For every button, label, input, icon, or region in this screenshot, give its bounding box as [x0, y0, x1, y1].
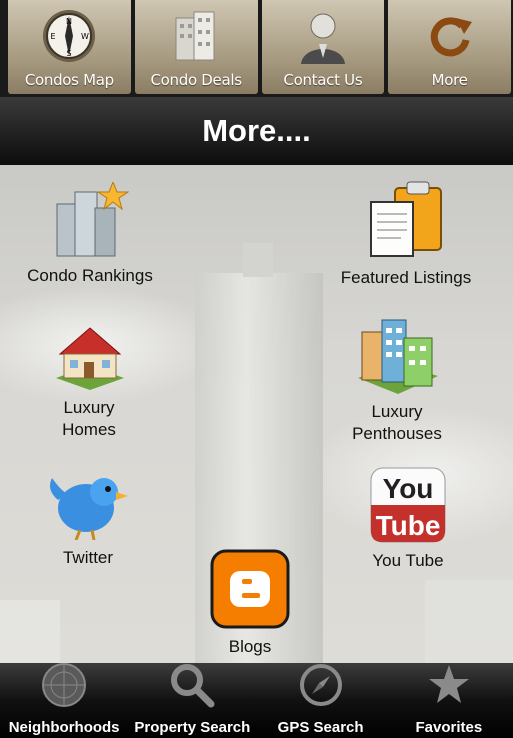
apartment-icon — [354, 318, 440, 399]
tab-label: Condo Deals — [150, 71, 242, 89]
tab-property-search[interactable]: Property Search — [128, 663, 256, 738]
tab-label: Favorites — [415, 719, 483, 736]
tab-favorites[interactable]: Favorites — [385, 663, 513, 738]
menu-item-label: Twitter — [62, 548, 114, 567]
menu-item-label: Luxury Homes — [62, 398, 116, 439]
menu-item-label: Blogs — [228, 637, 272, 656]
tab-condos-map[interactable]: N S E W Condos Map — [8, 0, 131, 94]
background-building — [425, 580, 513, 663]
refresh-arrow-icon — [422, 8, 478, 69]
star-buildings-icon — [51, 180, 130, 263]
compass-needle-icon — [298, 662, 344, 713]
house-icon — [50, 320, 128, 395]
tab-label: Neighborhoods — [8, 719, 120, 736]
menu-item-label: Condo Rankings — [27, 266, 153, 285]
svg-text:You: You — [383, 473, 434, 504]
clipboard-icon — [367, 180, 445, 265]
menu-item-you-tube[interactable]: You Tube You Tube — [323, 467, 493, 572]
menu-item-label: Featured Listings — [340, 268, 472, 287]
title-bar: More.... — [0, 97, 513, 165]
background-building — [0, 600, 60, 663]
menu-item-twitter[interactable]: Twitter — [3, 470, 173, 569]
top-tab-bar: N S E W Condos Map Condo Deals Contact Us M… — [0, 0, 513, 97]
compass-icon: N S E W — [41, 8, 97, 69]
tab-label: Property Search — [134, 719, 251, 736]
twitter-bird-icon — [46, 470, 130, 545]
page-title: More.... — [202, 113, 311, 148]
tab-label: Condos Map — [24, 71, 114, 89]
menu-item-blogs[interactable]: Blogs — [165, 549, 335, 658]
tab-contact-us[interactable]: Contact Us — [261, 0, 385, 94]
tab-label: GPS Search — [277, 719, 364, 736]
menu-item-luxury-homes[interactable]: Luxury Homes — [4, 320, 174, 441]
bottom-tab-bar: Neighborhoods Property Search GPS Search… — [0, 663, 513, 738]
more-menu-grid: Condo Rankings Featured Listings Luxury … — [0, 165, 513, 663]
svg-text:E: E — [51, 32, 56, 41]
tab-neighborhoods[interactable]: Neighborhoods — [0, 663, 128, 738]
menu-item-luxury-penthouses[interactable]: Luxury Penthouses — [312, 318, 482, 445]
svg-text:S: S — [67, 49, 72, 58]
svg-text:Tube: Tube — [376, 510, 441, 541]
radar-icon — [41, 662, 87, 713]
buildings-icon — [168, 8, 224, 69]
blogger-icon — [210, 549, 290, 634]
tab-more[interactable]: More — [388, 0, 511, 94]
svg-text:N: N — [66, 17, 72, 26]
youtube-icon: You Tube — [370, 467, 446, 548]
tab-label: Contact Us — [283, 71, 363, 89]
svg-text:W: W — [81, 32, 89, 41]
tab-condo-deals[interactable]: Condo Deals — [134, 0, 258, 94]
tab-gps-search[interactable]: GPS Search — [257, 663, 385, 738]
menu-item-label: You Tube — [372, 551, 444, 570]
person-icon — [295, 8, 351, 69]
menu-item-condo-rankings[interactable]: Condo Rankings — [5, 180, 175, 287]
menu-item-label: Luxury Penthouses — [352, 402, 442, 443]
tab-label: More — [431, 71, 468, 89]
magnifier-icon — [169, 662, 215, 713]
menu-item-featured-listings[interactable]: Featured Listings — [321, 180, 491, 289]
star-icon — [426, 662, 472, 713]
